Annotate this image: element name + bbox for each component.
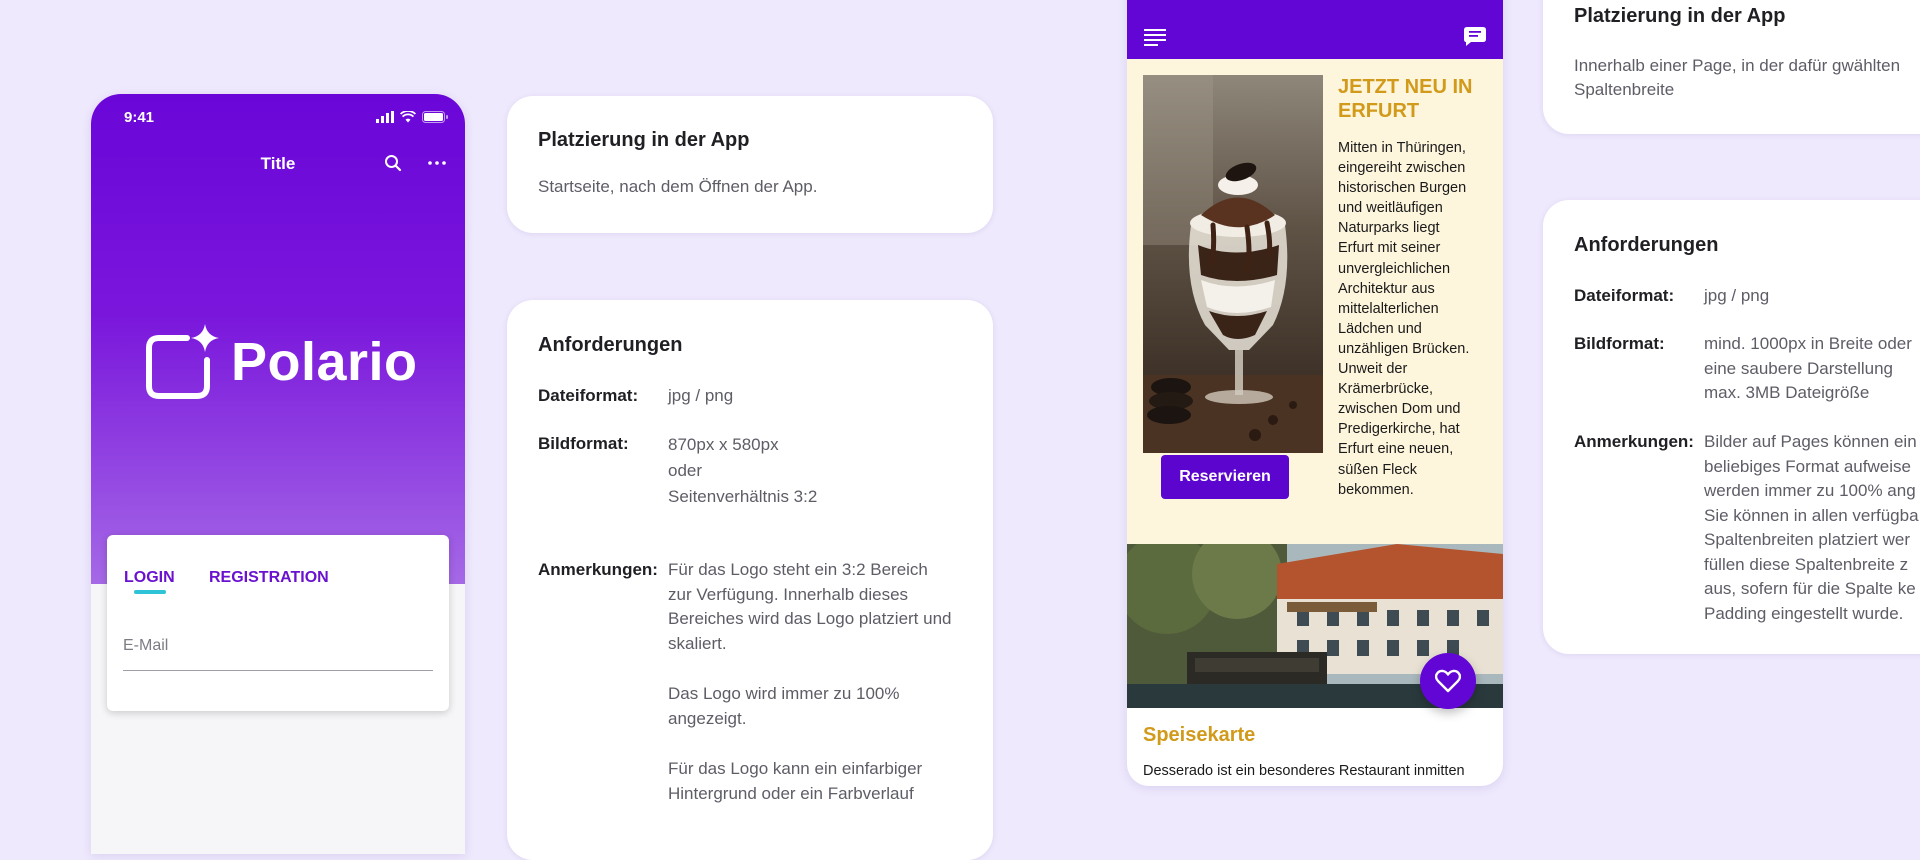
more-icon[interactable] xyxy=(428,161,446,165)
login-hero-header: 9:41 Title Polario xyxy=(91,94,465,584)
card-title: Platzierung in der App xyxy=(1574,5,1786,27)
card-title: Anforderungen xyxy=(1574,234,1719,256)
feature-title: JETZT NEU IN ERFURT xyxy=(1338,76,1473,122)
card-title: Platzierung in der App xyxy=(538,129,750,151)
label-file-format: Dateiformat: xyxy=(538,386,639,405)
favorite-button[interactable] xyxy=(1420,653,1476,709)
status-time: 9:41 xyxy=(124,109,155,126)
value-image-format: mind. 1000px in Breite oder eine saubere… xyxy=(1704,334,1912,402)
status-bar: 9:41 xyxy=(91,106,465,130)
polario-logo-icon xyxy=(146,324,219,399)
nav-bar: Title xyxy=(91,148,465,180)
heart-icon xyxy=(1435,669,1461,693)
value-image-format: 870px x 580px oder Seitenverhältnis 3:2 xyxy=(668,435,818,506)
feature-text: Mitten in Thüringen, eingereiht zwischen… xyxy=(1338,140,1470,498)
restaurant-phone-mockup: JETZT NEU IN ERFURT Mitten in Thüringen,… xyxy=(1127,0,1503,786)
value-file-format: jpg / png xyxy=(668,386,734,405)
requirements-card: Anforderungen Dateiformat: jpg / png Bil… xyxy=(1543,200,1920,654)
card-title: Anforderungen xyxy=(538,334,683,356)
search-icon[interactable] xyxy=(384,154,402,172)
card-text: Innerhalb einer Page, in der dafür gwähl… xyxy=(1574,56,1901,99)
menu-icon[interactable] xyxy=(1144,28,1166,46)
label-file-format: Dateiformat: xyxy=(1574,286,1675,305)
nav-title: Title xyxy=(260,154,296,173)
login-phone-mockup: 9:41 Title Polario LOGIN REGISTRATION E-… xyxy=(91,94,465,854)
tab-login[interactable]: LOGIN xyxy=(124,569,175,587)
value-file-format: jpg / png xyxy=(1704,286,1770,305)
dessert-photo xyxy=(1143,75,1323,453)
value-notes: Bilder auf Pages können ein beliebiges F… xyxy=(1704,432,1919,623)
feature-section: JETZT NEU IN ERFURT Mitten in Thüringen,… xyxy=(1127,59,1503,544)
wifi-icon xyxy=(400,111,416,123)
reserve-button[interactable]: Reservieren xyxy=(1161,455,1289,499)
section-text: Desserado ist ein besonderes Restaurant … xyxy=(1143,763,1465,779)
tab-registration[interactable]: REGISTRATION xyxy=(209,569,329,587)
label-notes: Anmerkungen: xyxy=(538,560,658,579)
battery-icon xyxy=(422,111,448,123)
label-notes: Anmerkungen: xyxy=(1574,432,1694,451)
email-field-underline xyxy=(123,670,433,671)
requirements-card: Anforderungen Dateiformat: jpg / png Bil… xyxy=(507,300,993,860)
label-image-format: Bildformat: xyxy=(1574,334,1665,353)
signal-icon xyxy=(376,111,394,123)
app-bar xyxy=(1127,0,1503,59)
active-tab-indicator xyxy=(134,590,166,594)
card-text: Startseite, nach dem Öffnen der App. xyxy=(538,177,818,196)
placement-card: Platzierung in der App Startseite, nach … xyxy=(507,96,993,233)
section-title: Speisekarte xyxy=(1143,724,1256,746)
email-field[interactable]: E-Mail xyxy=(123,637,168,655)
value-notes: Für das Logo steht ein 3:2 Bereich zur V… xyxy=(668,560,952,803)
app-logo: Polario xyxy=(145,324,418,400)
login-card: LOGIN REGISTRATION E-Mail xyxy=(107,535,449,711)
label-image-format: Bildformat: xyxy=(538,434,629,453)
logo-wordmark: Polario xyxy=(231,332,418,392)
chat-icon[interactable] xyxy=(1464,27,1486,47)
placement-card: Platzierung in der App Innerhalb einer P… xyxy=(1543,0,1920,134)
dessert-photo-illustration xyxy=(1143,75,1323,453)
